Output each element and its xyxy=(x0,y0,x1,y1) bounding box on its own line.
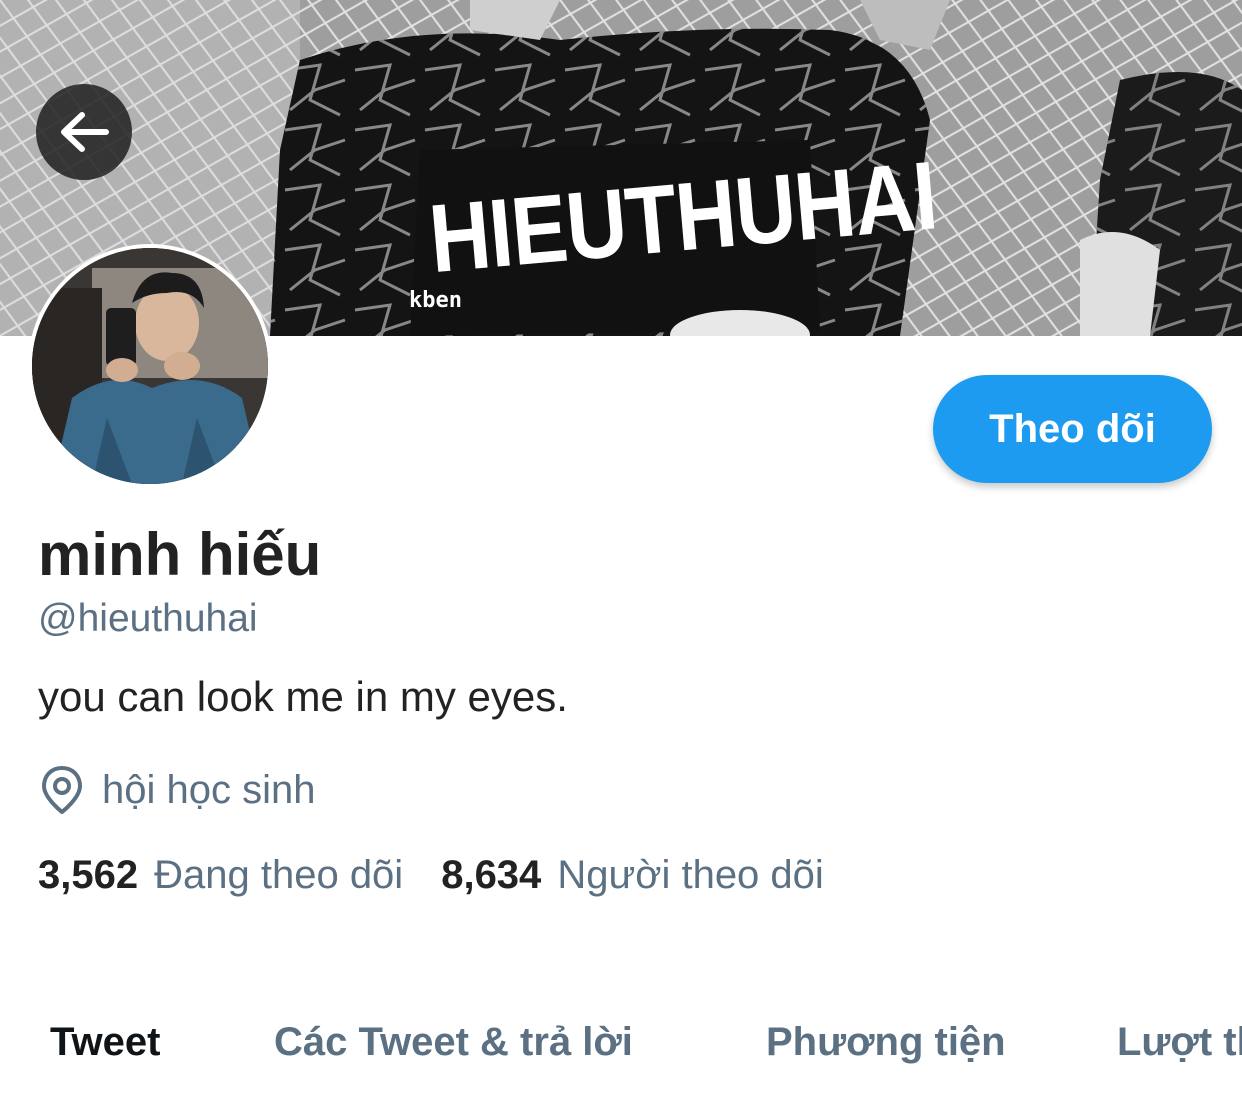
display-name: minh hiếu xyxy=(38,521,322,588)
arrow-left-icon xyxy=(61,112,109,152)
following-count: 3,562 xyxy=(38,853,139,897)
following-stat[interactable]: 3,562 Đang theo dõi xyxy=(38,853,403,898)
profile-tabs: Tweet Các Tweet & trả lời Phương tiện Lư… xyxy=(0,1010,1242,1080)
tab-likes[interactable]: Lượt thích xyxy=(1117,1020,1242,1065)
location-pin-icon xyxy=(42,766,82,814)
tab-media[interactable]: Phương tiện xyxy=(766,1020,1006,1065)
user-handle: @hieuthuhai xyxy=(38,597,258,640)
avatar[interactable] xyxy=(28,244,272,488)
followers-label: Người theo dõi xyxy=(557,853,824,897)
back-button[interactable] xyxy=(36,84,132,180)
follow-button[interactable]: Theo dõi xyxy=(933,375,1212,483)
following-label: Đang theo dõi xyxy=(154,853,404,897)
followers-count: 8,634 xyxy=(441,853,542,897)
tab-tweets[interactable]: Tweet xyxy=(50,1020,160,1065)
banner-brand-text: kben xyxy=(409,288,462,313)
bio: you can look me in my eyes. xyxy=(38,673,568,720)
follow-stats: 3,562 Đang theo dõi 8,634 Người theo dõi xyxy=(38,853,824,898)
location-text: hội học sinh xyxy=(102,767,316,812)
followers-stat[interactable]: 8,634 Người theo dõi xyxy=(441,853,824,898)
tab-tweets-replies[interactable]: Các Tweet & trả lời xyxy=(274,1020,633,1065)
avatar-photo xyxy=(32,248,268,484)
location: hội học sinh xyxy=(38,764,315,816)
